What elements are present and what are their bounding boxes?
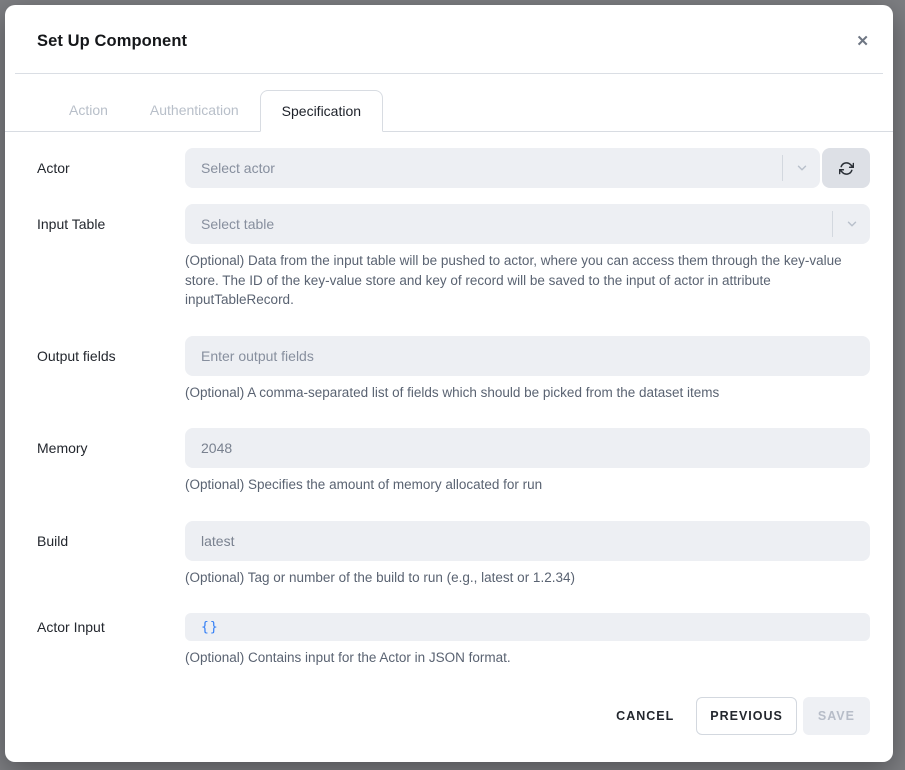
tab-bar: Action Authentication Specification — [5, 74, 893, 132]
modal-title: Set Up Component — [37, 32, 187, 51]
build-label: Build — [37, 521, 185, 588]
actor-input-label: Actor Input — [37, 613, 185, 668]
refresh-icon — [839, 161, 854, 176]
form-row-build: Build (Optional) Tag or number of the bu… — [37, 521, 870, 588]
memory-help-text: (Optional) Specifies the amount of memor… — [185, 475, 870, 495]
build-help-text: (Optional) Tag or number of the build to… — [185, 568, 870, 588]
modal-header: Set Up Component ✕ — [5, 5, 893, 73]
form-row-output-fields: Output fields (Optional) A comma-separat… — [37, 336, 870, 403]
memory-label: Memory — [37, 428, 185, 495]
previous-button[interactable]: PREVIOUS — [696, 697, 797, 735]
actor-input-json-editor[interactable]: {} — [185, 613, 870, 641]
input-table-help-text: (Optional) Data from the input table wil… — [185, 251, 870, 310]
tab-action[interactable]: Action — [48, 90, 129, 131]
memory-input[interactable] — [185, 428, 870, 468]
chevron-down-icon[interactable] — [783, 161, 820, 175]
form-row-actor: Actor Select actor — [37, 148, 870, 188]
actor-input-json-value: {} — [201, 620, 219, 635]
output-fields-help-text: (Optional) A comma-separated list of fie… — [185, 383, 870, 403]
input-table-label: Input Table — [37, 204, 185, 310]
actor-input-help-text: (Optional) Contains input for the Actor … — [185, 648, 870, 668]
output-fields-input[interactable] — [185, 336, 870, 376]
form-row-memory: Memory (Optional) Specifies the amount o… — [37, 428, 870, 495]
input-table-select-placeholder: Select table — [201, 216, 832, 232]
tab-specification[interactable]: Specification — [260, 90, 383, 132]
build-input[interactable] — [185, 521, 870, 561]
close-icon[interactable]: ✕ — [856, 34, 869, 49]
form-row-input-table: Input Table Select table (Optional) Data… — [37, 204, 870, 310]
setup-component-modal: Set Up Component ✕ Action Authentication… — [5, 5, 893, 762]
tab-authentication[interactable]: Authentication — [129, 90, 260, 131]
output-fields-label: Output fields — [37, 336, 185, 403]
specification-form: Actor Select actor — [5, 132, 893, 697]
actor-select[interactable]: Select actor — [185, 148, 820, 188]
cancel-button[interactable]: CANCEL — [602, 697, 688, 735]
modal-footer: CANCEL PREVIOUS SAVE — [5, 697, 893, 762]
form-row-actor-input: Actor Input {} (Optional) Contains input… — [37, 613, 870, 668]
save-button[interactable]: SAVE — [803, 697, 870, 735]
chevron-down-icon[interactable] — [833, 217, 870, 231]
actor-label: Actor — [37, 148, 185, 188]
actor-select-placeholder: Select actor — [201, 160, 782, 176]
refresh-actors-button[interactable] — [822, 148, 870, 188]
input-table-select[interactable]: Select table — [185, 204, 870, 244]
